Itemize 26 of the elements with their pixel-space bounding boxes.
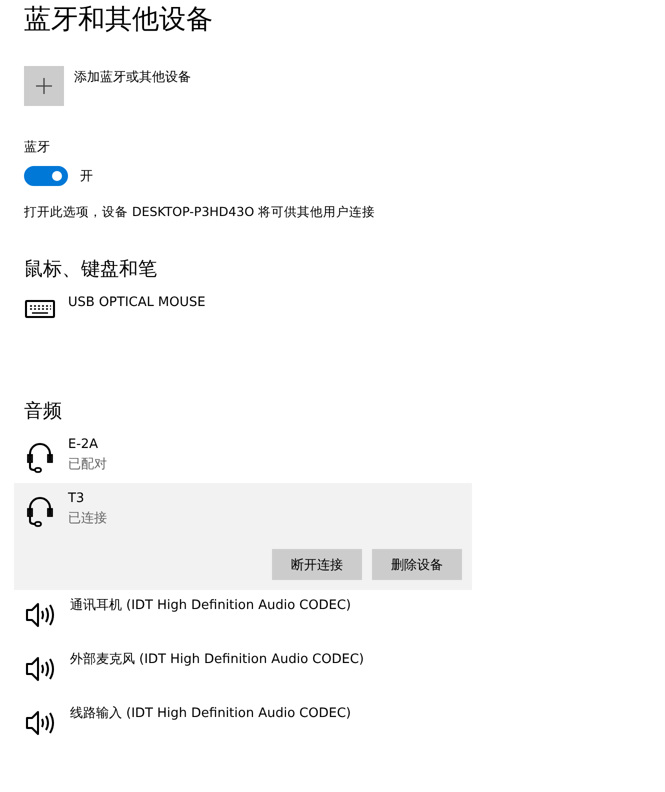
device-name: 外部麦克风 (IDT High Definition Audio CODEC) (70, 651, 364, 669)
toggle-state-label: 开 (80, 168, 93, 185)
keyboard-icon (24, 297, 56, 321)
device-name: 线路输入 (IDT High Definition Audio CODEC) (70, 705, 351, 723)
device-status: 已配对 (68, 456, 107, 474)
device-name: E-2A (68, 436, 100, 454)
device-action-button[interactable]: 断开连接 (272, 549, 362, 580)
bluetooth-description: 打开此选项，设备 DESKTOP-P3HD43O 将可供其他用户连接 (24, 204, 376, 221)
plus-icon (35, 77, 53, 95)
device-name: T3 (68, 490, 86, 508)
device-item[interactable]: 外部麦克风 (IDT High Definition Audio CODEC) (14, 644, 472, 698)
device-item[interactable]: 线路输入 (IDT High Definition Audio CODEC) (14, 698, 472, 752)
add-device-label[interactable]: 添加蓝牙或其他设备 (74, 68, 191, 86)
device-action-button[interactable]: 删除设备 (372, 549, 462, 580)
bluetooth-label: 蓝牙 (24, 139, 51, 156)
device-item[interactable]: USB OPTICAL MOUSE (14, 287, 472, 341)
section-heading: 鼠标、键盘和笔 (24, 257, 158, 282)
device-item[interactable]: E-2A 已配对 (14, 429, 472, 483)
device-item[interactable]: T3 已连接 断开连接 删除设备 (14, 483, 472, 590)
device-item[interactable]: 通讯耳机 (IDT High Definition Audio CODEC) (14, 590, 472, 644)
bluetooth-toggle[interactable] (24, 166, 68, 186)
section-heading: 音频 (24, 399, 63, 424)
device-name: USB OPTICAL MOUSE (68, 294, 206, 312)
device-name: 通讯耳机 (IDT High Definition Audio CODEC) (70, 597, 351, 615)
page-title: 蓝牙和其他设备 (24, 3, 214, 37)
device-status: 已连接 (68, 510, 107, 528)
